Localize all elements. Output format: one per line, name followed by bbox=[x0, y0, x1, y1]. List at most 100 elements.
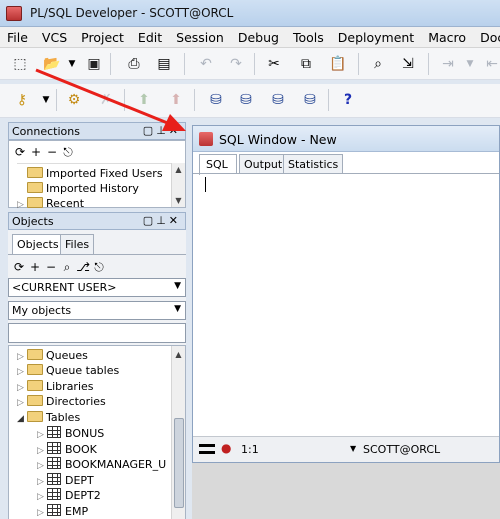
filter-select[interactable]: My objects ▼ bbox=[8, 301, 186, 320]
expand-icon[interactable]: ▷ bbox=[17, 367, 27, 377]
filter-icon[interactable]: ⎇ bbox=[76, 260, 90, 274]
tree-item-directories[interactable]: ▷ Directories bbox=[17, 395, 106, 410]
sql-window-statusbar: ● 1:1 ▼ SCOTT@ORCL bbox=[193, 436, 499, 462]
tree-item-imported-history[interactable]: Imported History bbox=[27, 182, 139, 197]
tree-item-queues[interactable]: ▷ Queues bbox=[17, 349, 88, 364]
tab-statistics[interactable]: Statistics bbox=[283, 154, 344, 174]
dropdown-arrow-icon[interactable]: ▼ bbox=[62, 54, 82, 74]
tree-item-imported-fixed-users[interactable]: Imported Fixed Users bbox=[27, 167, 163, 182]
connect-icon[interactable]: ⎋ bbox=[92, 260, 106, 275]
rollback-icon[interactable]: ⬆ bbox=[166, 90, 186, 110]
find-icon[interactable]: ⌕ bbox=[368, 54, 388, 74]
break-icon[interactable]: ✗ bbox=[96, 90, 116, 110]
print-preview-icon[interactable]: ▤ bbox=[154, 54, 174, 74]
menu-tools[interactable]: Tools bbox=[286, 27, 331, 47]
menu-vcs[interactable]: VCS bbox=[35, 27, 74, 47]
connections-tree: Imported Fixed Users Imported History ▷ R… bbox=[17, 163, 173, 210]
expand-icon[interactable]: ▷ bbox=[37, 461, 47, 471]
sql-editor[interactable] bbox=[201, 174, 497, 436]
panel-controls-icon[interactable]: ▢⊥✕ bbox=[143, 124, 181, 137]
add-icon[interactable]: + bbox=[28, 260, 42, 274]
command-window-icon[interactable]: ⛁ bbox=[268, 90, 288, 110]
tab-output[interactable]: Output bbox=[239, 154, 288, 174]
remove-icon[interactable]: − bbox=[44, 260, 58, 274]
expand-icon[interactable]: ▷ bbox=[37, 430, 47, 440]
expand-icon[interactable]: ▷ bbox=[17, 200, 27, 210]
table-item-dept2[interactable]: ▷ DEPT2 bbox=[37, 488, 101, 503]
chevron-down-icon[interactable]: ▼ bbox=[350, 444, 356, 453]
print-icon[interactable]: ⎙ bbox=[124, 54, 144, 74]
find-icon[interactable]: ⌕ bbox=[60, 260, 74, 275]
window-title: PL/SQL Developer - SCOTT@ORCL bbox=[30, 6, 234, 20]
scroll-down-icon[interactable]: ▼ bbox=[172, 196, 185, 205]
logon-key-icon[interactable]: ⚷ bbox=[12, 90, 32, 110]
cut-icon[interactable]: ✂ bbox=[264, 54, 284, 74]
tab-objects[interactable]: Objects bbox=[12, 234, 64, 255]
undo-icon[interactable]: ↶ bbox=[196, 54, 216, 74]
tree-item-tables[interactable]: ◢ Tables bbox=[17, 411, 80, 426]
expand-icon[interactable]: ▷ bbox=[37, 477, 47, 487]
object-search-input[interactable] bbox=[8, 323, 186, 343]
execute-gear-icon[interactable]: ⚙ bbox=[64, 90, 84, 110]
panel-controls-icon[interactable]: ▢⊥✕ bbox=[143, 214, 181, 227]
objects-scrollbar[interactable]: ▲ bbox=[171, 346, 185, 519]
indent-icon[interactable]: ⇥ bbox=[438, 54, 458, 74]
remove-icon[interactable]: − bbox=[45, 145, 59, 159]
commit-icon[interactable]: ⬆ bbox=[134, 90, 154, 110]
expand-icon[interactable]: ▷ bbox=[17, 398, 27, 408]
table-item-book[interactable]: ▷ BOOK bbox=[37, 442, 97, 457]
menu-session[interactable]: Session bbox=[169, 27, 231, 47]
folder-icon bbox=[27, 197, 43, 208]
unindent-icon[interactable]: ⇤ bbox=[482, 54, 500, 74]
connections-scrollbar[interactable]: ▲ ▼ bbox=[171, 163, 185, 207]
collapse-icon[interactable]: ◢ bbox=[17, 414, 27, 424]
tree-item-libraries[interactable]: ▷ Libraries bbox=[17, 380, 94, 395]
table-item-bookmanager[interactable]: ▷ BOOKMANAGER_U bbox=[37, 457, 166, 472]
toggle-results-icon[interactable] bbox=[199, 444, 215, 454]
save-icon[interactable]: ▣ bbox=[84, 54, 104, 74]
expand-icon[interactable]: ▷ bbox=[17, 352, 27, 362]
sql-window-icon[interactable]: ⛁ bbox=[236, 90, 256, 110]
menu-debug[interactable]: Debug bbox=[231, 27, 286, 47]
expand-icon[interactable]: ▷ bbox=[37, 508, 47, 518]
open-folder-icon bbox=[27, 411, 43, 422]
tab-sql[interactable]: SQL bbox=[199, 154, 237, 175]
record-icon[interactable]: ● bbox=[221, 441, 231, 455]
indent-dropdown-icon[interactable]: ▼ bbox=[460, 54, 480, 74]
sql-window-titlebar[interactable]: SQL Window - New bbox=[193, 126, 499, 152]
user-select[interactable]: <CURRENT USER> ▼ bbox=[8, 278, 186, 297]
help-icon[interactable]: ? bbox=[338, 90, 358, 110]
table-item-dept[interactable]: ▷ DEPT bbox=[37, 473, 94, 488]
menu-file[interactable]: File bbox=[0, 27, 35, 47]
copy-icon[interactable]: ⧉ bbox=[296, 54, 316, 74]
find-next-icon[interactable]: ⇲ bbox=[398, 54, 418, 74]
paste-icon[interactable]: 📋 bbox=[328, 54, 348, 74]
menu-edit[interactable]: Edit bbox=[131, 27, 169, 47]
add-icon[interactable]: + bbox=[29, 145, 43, 159]
menu-documents[interactable]: Docume bbox=[473, 27, 500, 47]
expand-icon[interactable]: ▷ bbox=[37, 446, 47, 456]
scroll-up-icon[interactable]: ▲ bbox=[172, 350, 185, 359]
redo-icon[interactable]: ↷ bbox=[226, 54, 246, 74]
table-item-bonus[interactable]: ▷ BONUS bbox=[37, 426, 104, 441]
open-folder-icon[interactable]: 📂 bbox=[42, 54, 62, 74]
menu-project[interactable]: Project bbox=[74, 27, 131, 47]
tree-item-queue-tables[interactable]: ▷ Queue tables bbox=[17, 364, 119, 379]
connection-selector[interactable]: SCOTT@ORCL bbox=[363, 443, 440, 456]
tree-item-recent[interactable]: ▷ Recent bbox=[17, 197, 84, 212]
menu-macro[interactable]: Macro bbox=[421, 27, 473, 47]
logon-dropdown-icon[interactable]: ▼ bbox=[36, 90, 56, 110]
expand-icon[interactable]: ▷ bbox=[17, 383, 27, 393]
refresh-icon[interactable]: ⟳ bbox=[12, 260, 26, 274]
scroll-up-icon[interactable]: ▲ bbox=[172, 165, 185, 174]
connect-icon[interactable]: ⎋ bbox=[61, 145, 75, 160]
expand-icon[interactable]: ▷ bbox=[37, 492, 47, 502]
table-item-emp[interactable]: ▷ EMP bbox=[37, 504, 88, 519]
tab-files[interactable]: Files bbox=[60, 234, 95, 254]
refresh-db-icon[interactable]: ⛁ bbox=[300, 90, 320, 110]
new-icon[interactable]: ⬚ bbox=[10, 54, 30, 74]
database-icon[interactable]: ⛁ bbox=[206, 90, 226, 110]
menu-deployment[interactable]: Deployment bbox=[331, 27, 421, 47]
scroll-thumb[interactable] bbox=[174, 418, 184, 508]
refresh-icon[interactable]: ⟳ bbox=[13, 145, 27, 159]
